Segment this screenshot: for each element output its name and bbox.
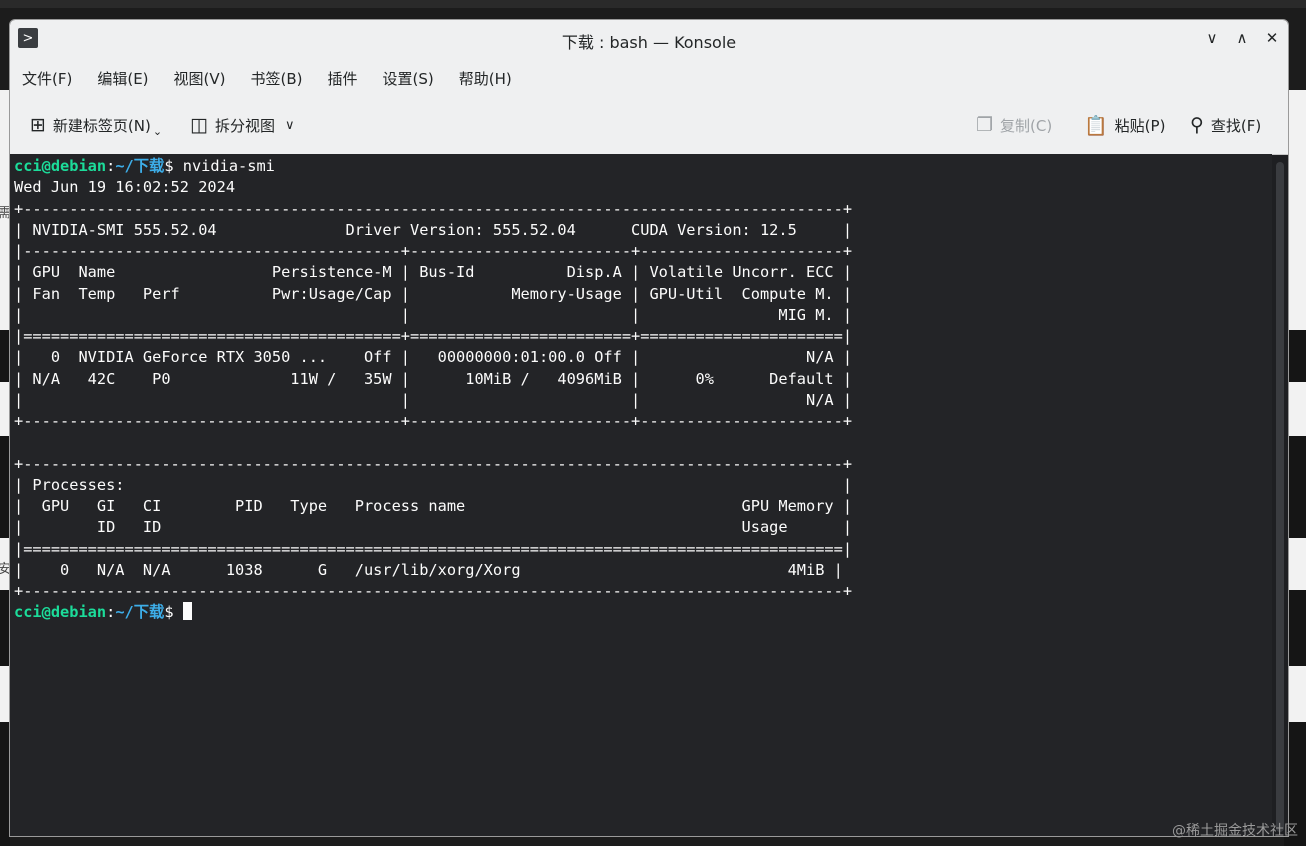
- output-line: |=======================================…: [14, 539, 853, 558]
- output-line: +---------------------------------------…: [14, 454, 853, 473]
- output-line: | GPU Name Persistence-M | Bus-Id Disp.A…: [14, 263, 853, 282]
- terminal-scrollbar[interactable]: [1276, 162, 1284, 832]
- output-line: +---------------------------------------…: [14, 199, 853, 218]
- menu-bookmarks[interactable]: 书签(B): [251, 68, 303, 89]
- minimize-button[interactable]: ∨: [1200, 26, 1224, 50]
- title-bar[interactable]: > 下载 : bash — Konsole ∨ ∧ ✕: [10, 20, 1288, 58]
- prompt-suffix: $: [164, 157, 183, 175]
- prompt-path: ~/下载: [115, 603, 165, 622]
- copy-icon: ❐: [976, 114, 994, 136]
- copy-label: 复制(C): [1000, 116, 1053, 135]
- command-output: Wed Jun 19 16:02:52 2024 +---------------…: [14, 177, 1272, 602]
- find-button[interactable]: ⚲ 查找(F): [1190, 110, 1261, 140]
- menu-view[interactable]: 视图(V): [174, 68, 226, 89]
- toolbar: ⊞ 新建标签页(N) ⌄ ◫ 拆分视图 ∨ ❐ 复制(C) 📋 粘贴(P) ⚲ …: [10, 98, 1288, 155]
- search-icon: ⚲: [1190, 114, 1204, 136]
- prompt-path: ~/下载: [115, 157, 165, 175]
- chevron-down-icon: ∨: [284, 117, 295, 133]
- output-line: | | | N/A |: [14, 390, 853, 409]
- menu-bar: 文件(F) 编辑(E) 视图(V) 书签(B) 插件 设置(S) 帮助(H): [10, 58, 1288, 98]
- split-view-label: 拆分视图: [214, 116, 275, 135]
- new-tab-label: 新建标签页(N): [52, 116, 151, 135]
- new-tab-button[interactable]: ⊞ 新建标签页(N) ⌄: [30, 110, 162, 140]
- new-tab-icon: ⊞: [30, 114, 46, 136]
- output-line: Wed Jun 19 16:02:52 2024: [14, 178, 236, 197]
- output-line: | 0 N/A N/A 1038 G /usr/lib/xorg/Xorg 4M…: [14, 560, 843, 579]
- menu-edit[interactable]: 编辑(E): [97, 68, 148, 89]
- output-line: +---------------------------------------…: [14, 412, 853, 430]
- maximize-button[interactable]: ∧: [1230, 26, 1254, 50]
- dropdown-arrow-icon: ⌄: [152, 124, 163, 138]
- command-line: cci@debian:~/下载$ nvidia-smi: [14, 156, 1272, 177]
- output-line: | 0 NVIDIA GeForce RTX 3050 ... Off | 00…: [14, 348, 853, 367]
- output-line: | Fan Temp Perf Pwr:Usage/Cap | Memory-U…: [14, 284, 853, 303]
- window-title: 下载 : bash — Konsole: [561, 33, 737, 52]
- prompt-suffix: $: [164, 603, 183, 622]
- menu-file[interactable]: 文件(F): [22, 68, 72, 89]
- prompt-user: cci@debian: [14, 157, 107, 175]
- output-line: +---------------------------------------…: [14, 582, 853, 600]
- output-line: |---------------------------------------…: [14, 242, 853, 260]
- text-cursor: [182, 602, 192, 621]
- output-line: | N/A 42C P0 11W / 35W | 10MiB / 4096MiB…: [14, 369, 853, 388]
- split-view-button[interactable]: ◫ 拆分视图 ∨: [190, 110, 294, 140]
- prompt-separator: :: [106, 157, 116, 175]
- paste-label: 粘贴(P): [1114, 116, 1166, 135]
- output-line: | Processes: |: [14, 475, 853, 494]
- close-button[interactable]: ✕: [1260, 26, 1284, 50]
- konsole-window: > 下载 : bash — Konsole ∨ ∧ ✕ 文件(F) 编辑(E) …: [9, 19, 1289, 837]
- watermark: @稀土掘金技术社区: [1172, 823, 1298, 839]
- split-view-icon: ◫: [190, 114, 208, 136]
- terminal-area[interactable]: cci@debian:~/下载$ nvidia-smi Wed Jun 19 1…: [10, 154, 1272, 836]
- find-label: 查找(F): [1210, 116, 1262, 135]
- output-line: |=======================================…: [14, 327, 853, 345]
- menu-plugins[interactable]: 插件: [328, 68, 358, 89]
- paste-button[interactable]: 📋 粘贴(P): [1084, 110, 1165, 140]
- prompt-user: cci@debian: [14, 603, 107, 622]
- output-line: | | | MIG M. |: [14, 305, 853, 324]
- prompt-separator: :: [106, 603, 116, 622]
- clipboard-icon: 📋: [1084, 114, 1108, 137]
- current-prompt-line[interactable]: cci@debian:~/下载$: [14, 602, 1272, 623]
- desktop-background: [0, 0, 1306, 8]
- output-line: | GPU GI CI PID Type Process name GPU Me…: [14, 497, 853, 515]
- command-text: nvidia-smi: [182, 157, 275, 175]
- output-line: | ID ID Usage |: [14, 518, 853, 537]
- output-line: | NVIDIA-SMI 555.52.04 Driver Version: 5…: [14, 220, 853, 239]
- copy-button[interactable]: ❐ 复制(C): [976, 110, 1052, 140]
- menu-help[interactable]: 帮助(H): [459, 68, 512, 89]
- menu-settings[interactable]: 设置(S): [383, 68, 434, 89]
